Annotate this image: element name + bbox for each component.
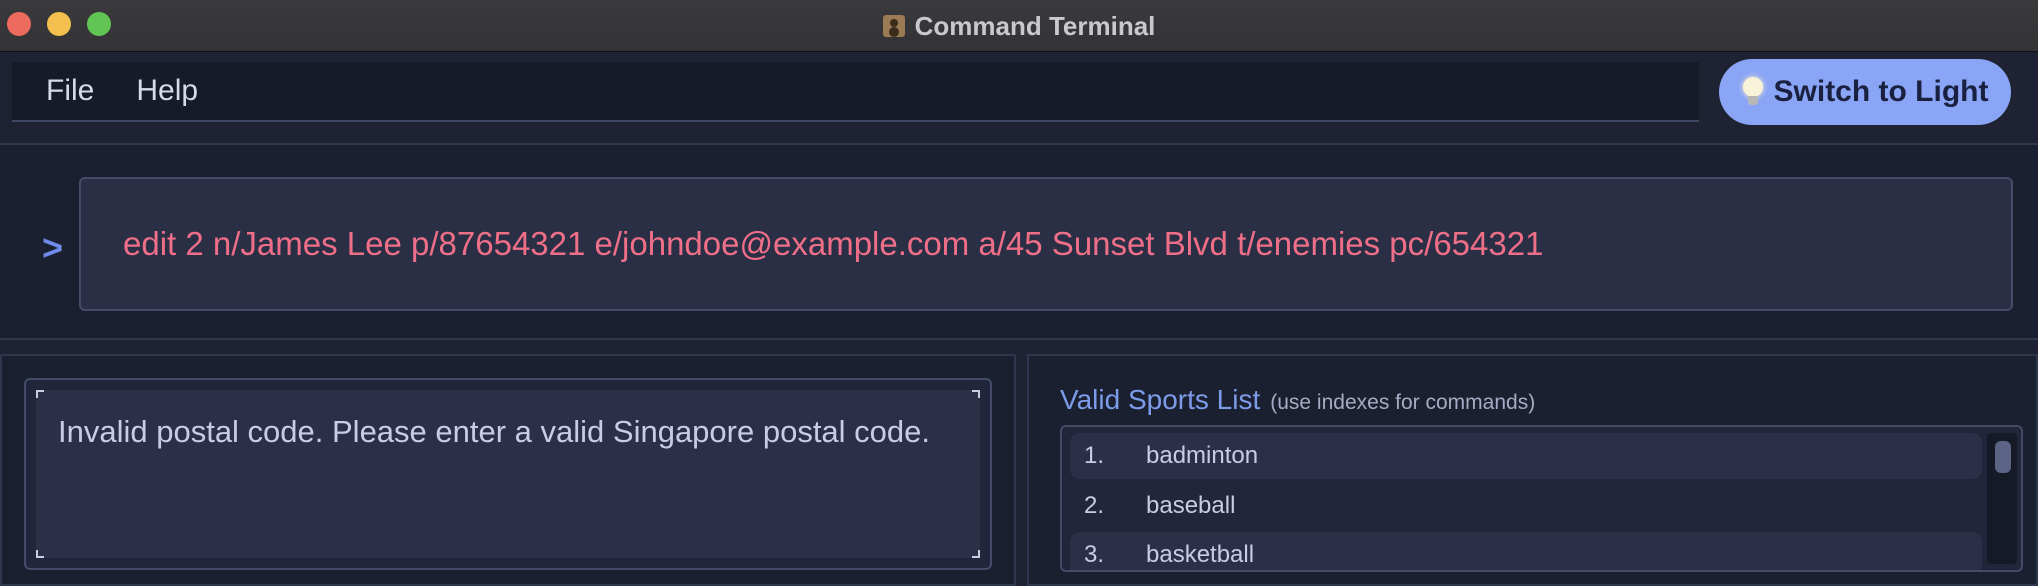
sport-name: badminton [1146, 442, 1259, 469]
list-item[interactable]: 1. badminton [1070, 433, 1982, 479]
sport-name: basketball [1146, 541, 1255, 568]
sports-title: Valid Sports List [1060, 384, 1261, 415]
menu-file[interactable]: File [46, 74, 94, 108]
command-input[interactable]: edit 2 n/James Lee p/87654321 e/johndoe@… [79, 177, 2013, 311]
menu-bar: File Help [12, 62, 1699, 122]
command-text: edit 2 n/James Lee p/87654321 e/johndoe@… [123, 225, 1544, 262]
resize-corner-icon [972, 550, 980, 558]
resize-corner-icon [972, 390, 980, 398]
scrollbar[interactable] [1987, 433, 2017, 564]
sport-name: baseball [1146, 492, 1236, 519]
app-icon [882, 15, 905, 37]
list-item[interactable]: 2. baseball [1070, 483, 1982, 529]
list-item[interactable]: 3. basketball [1070, 532, 1982, 570]
switch-theme-button[interactable]: Switch to Light [1719, 59, 2011, 125]
menu-help[interactable]: Help [136, 74, 198, 108]
sport-index: 2. [1084, 492, 1105, 519]
window-title: Command Terminal [914, 10, 1156, 41]
resize-corner-icon [36, 550, 44, 558]
sport-index: 3. [1084, 541, 1105, 568]
result-message: Invalid postal code. Please enter a vali… [58, 414, 931, 449]
title-wrap: Command Terminal [0, 0, 2038, 52]
sports-header: Valid Sports List (use indexes for comma… [1060, 384, 1535, 416]
result-display[interactable]: Invalid postal code. Please enter a vali… [36, 390, 980, 558]
sports-panel: Valid Sports List (use indexes for comma… [1027, 354, 2038, 586]
sport-index: 1. [1084, 442, 1105, 469]
command-panel: > edit 2 n/James Lee p/87654321 e/johndo… [0, 143, 2038, 340]
scrollbar-thumb[interactable] [1995, 441, 2011, 473]
lightbulb-icon [1742, 77, 1764, 107]
switch-theme-label: Switch to Light [1773, 75, 1989, 108]
result-panel: Invalid postal code. Please enter a vali… [0, 354, 1016, 586]
prompt-symbol: > [42, 227, 64, 268]
sports-list[interactable]: 1. badminton 2. baseball 3. basketball [1060, 425, 2023, 572]
result-display-frame: Invalid postal code. Please enter a vali… [24, 378, 992, 570]
resize-corner-icon [36, 390, 44, 398]
title-bar: Command Terminal [0, 0, 2038, 52]
sports-hint: (use indexes for commands) [1270, 391, 1536, 414]
app-window: Command Terminal File Help Switch to Lig… [0, 0, 2038, 586]
